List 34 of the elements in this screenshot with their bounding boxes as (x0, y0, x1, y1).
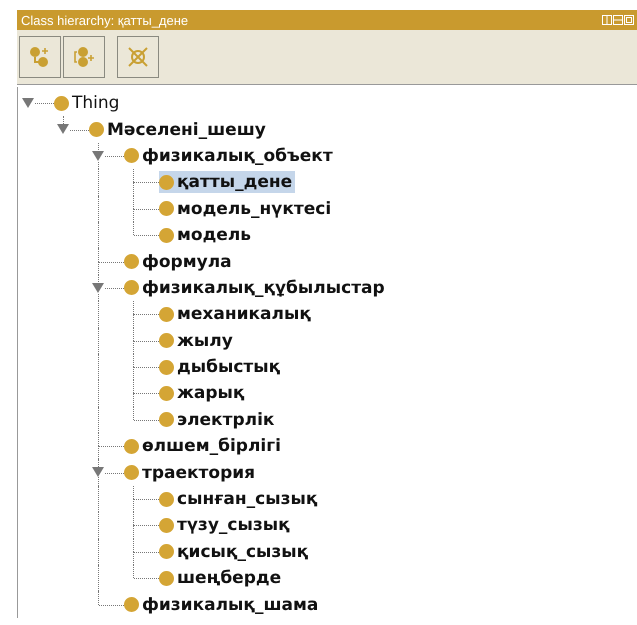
expand-toggle-icon[interactable] (92, 150, 104, 161)
class-node[interactable]: жарық (159, 382, 248, 404)
delete-class-button[interactable] (117, 36, 159, 78)
expand-toggle-icon[interactable] (22, 98, 34, 108)
class-node[interactable]: Мәселені_шешу (89, 118, 269, 141)
expand-toggle-icon[interactable] (92, 467, 104, 478)
add-sibling-button[interactable] (63, 36, 105, 78)
class-node[interactable]: өлшем_бірлігі (124, 435, 284, 458)
add-subclass-button[interactable] (19, 36, 61, 78)
split-view-icon[interactable] (602, 15, 612, 25)
class-node[interactable]: түзу_сызық (159, 514, 293, 536)
class-node[interactable]: қатты_дене (159, 171, 296, 194)
class-node[interactable]: сынған_сызық (159, 488, 320, 510)
class-node[interactable]: электрлік (159, 408, 278, 431)
expand-toggle-icon[interactable] (57, 124, 69, 134)
class-node[interactable]: траектория (124, 462, 258, 484)
class-node[interactable]: модель (159, 224, 254, 246)
class-node[interactable]: механикалық (159, 303, 314, 326)
expand-toggle-icon[interactable] (92, 282, 104, 293)
class-node[interactable]: шеңберде (159, 567, 284, 590)
class-node[interactable]: қисық_сызық (159, 540, 312, 563)
class-node[interactable]: физикалық_объект (124, 144, 336, 167)
class-node[interactable]: формула (124, 250, 235, 273)
minimize-icon[interactable] (613, 15, 623, 25)
class-node[interactable]: Thing (54, 92, 122, 114)
add-sibling-icon (72, 45, 96, 69)
delete-class-icon (126, 45, 150, 69)
class-node[interactable]: модель_нүктесі (159, 198, 334, 220)
window-title: Class hierarchy: қатты_дене (21, 12, 188, 28)
class-node[interactable]: жылу (159, 330, 236, 352)
class-node[interactable]: дыбыстық (159, 356, 284, 378)
maximize-icon[interactable] (624, 15, 634, 25)
class-node[interactable]: физикалық_шама (124, 594, 322, 616)
class-node[interactable]: физикалық_құбылыстар (124, 276, 388, 299)
